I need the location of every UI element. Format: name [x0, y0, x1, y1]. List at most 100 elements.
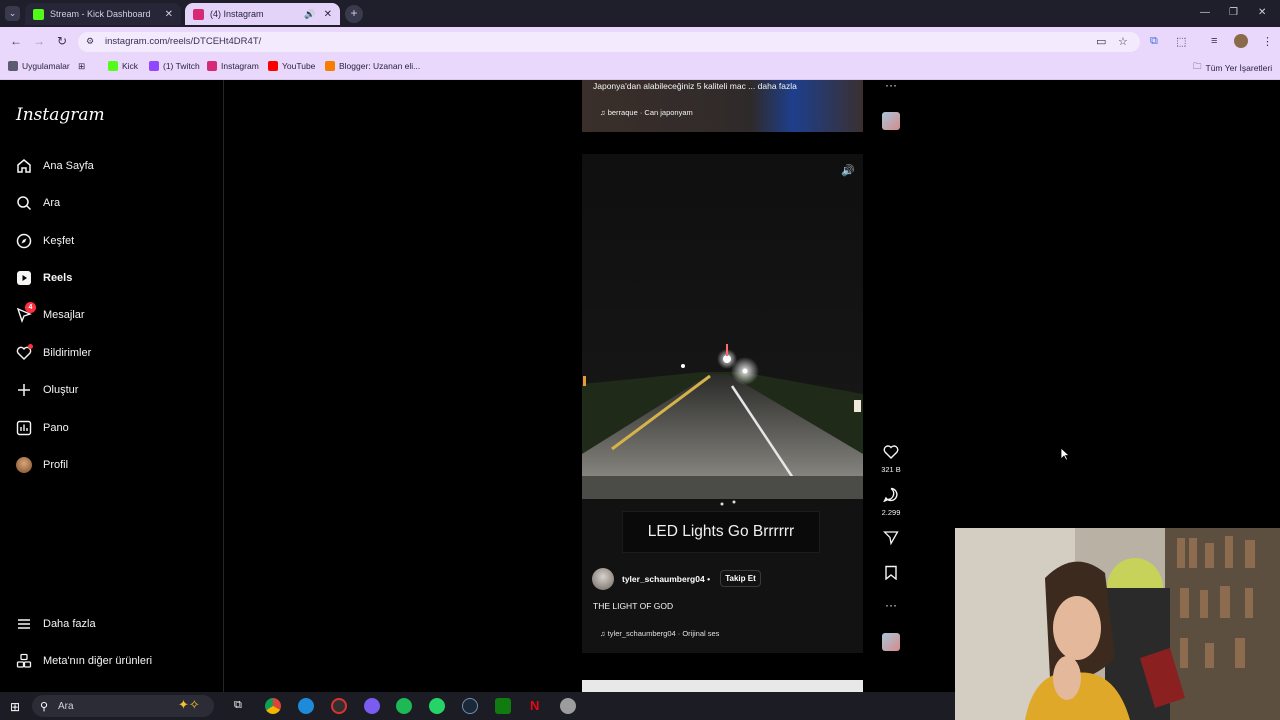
- username-text: tyler_schaumberg04: [622, 574, 705, 584]
- sparkle-icon: ✦✧: [178, 697, 200, 712]
- audio-thumbnail[interactable]: [882, 633, 900, 651]
- bookmark-label: YouTube: [282, 61, 316, 71]
- creator-avatar[interactable]: [592, 568, 614, 590]
- separator-dot: •: [707, 574, 711, 584]
- tab-search-button[interactable]: ⌄: [5, 6, 20, 21]
- bookmark-youtube[interactable]: YouTube: [268, 61, 315, 71]
- previous-reel-audio[interactable]: ♫ berraque · Can japonyam: [600, 108, 693, 117]
- nav-profile[interactable]: Profil: [16, 457, 68, 473]
- reload-icon[interactable]: ↻: [57, 34, 67, 48]
- taskbar-search-placeholder: Ara: [58, 701, 74, 712]
- whatsapp-icon[interactable]: [429, 698, 445, 714]
- creator-username[interactable]: tyler_schaumberg04 •: [622, 574, 710, 584]
- search-icon: [16, 195, 32, 211]
- all-bookmarks-label: Tüm Yer İşaretleri: [1205, 63, 1273, 73]
- nav-label: Bildirimler: [43, 347, 92, 359]
- steam-icon[interactable]: [462, 698, 478, 714]
- close-tab-icon[interactable]: ✕: [324, 9, 332, 20]
- music-note-icon: ♫: [600, 108, 608, 117]
- previous-reel-caption[interactable]: Japonya'dan alabileceğiniz 5 kaliteli ma…: [593, 81, 797, 91]
- bookmark-label: Kick: [122, 61, 139, 71]
- notification-dot: [28, 344, 33, 349]
- bookmark-label: Uygulamalar: [22, 61, 70, 71]
- bookmark-instagram[interactable]: Instagram: [207, 61, 259, 71]
- bookmark-label: Instagram: [221, 61, 259, 71]
- nav-messages[interactable]: 4 Mesajlar: [16, 302, 85, 323]
- app-icon[interactable]: [560, 698, 576, 714]
- task-view-icon[interactable]: ⧉: [234, 699, 242, 712]
- hamburger-icon: [16, 616, 32, 632]
- spotify-icon[interactable]: [396, 698, 412, 714]
- close-tab-icon[interactable]: ✕: [165, 9, 173, 20]
- more-options-icon[interactable]: ···: [880, 78, 902, 92]
- all-bookmarks[interactable]: 🗀 Tüm Yer İşaretleri: [1193, 61, 1272, 75]
- translate-icon[interactable]: ⧉: [1150, 35, 1158, 48]
- nav-home[interactable]: Ana Sayfa: [16, 158, 94, 174]
- share-button[interactable]: [880, 530, 902, 550]
- heart-icon: [16, 344, 33, 361]
- instagram-logo[interactable]: Instagram: [16, 105, 105, 125]
- blogger-icon: [325, 61, 335, 71]
- bookmark-star-icon[interactable]: ☆: [1118, 35, 1128, 48]
- nav-explore[interactable]: Keşfet: [16, 233, 74, 249]
- more-options-icon[interactable]: ···: [880, 598, 902, 612]
- restore-icon[interactable]: ❐: [1229, 7, 1238, 18]
- audio-label: berraque · Can japonyam: [607, 108, 693, 117]
- volume-icon[interactable]: 🔊: [841, 164, 855, 177]
- instagram-icon: [207, 61, 217, 71]
- nav-meta-products[interactable]: Meta'nın diğer ürünleri: [16, 653, 152, 669]
- bookmark-blogger[interactable]: Blogger: Uzanan eli...: [325, 61, 420, 71]
- xbox-icon[interactable]: [495, 698, 511, 714]
- site-info-icon[interactable]: ⚙: [86, 36, 94, 47]
- chrome-icon[interactable]: [265, 698, 281, 714]
- nav-dashboard[interactable]: Pano: [16, 420, 69, 436]
- apps-icon: [8, 61, 18, 71]
- follow-button[interactable]: Takip Et: [720, 570, 761, 587]
- message-count-badge: 4: [25, 302, 36, 313]
- forward-icon[interactable]: →: [33, 34, 45, 48]
- nav-label: Oluştur: [43, 384, 79, 396]
- audio-label: tyler_schaumberg04 · Orijinal ses: [607, 629, 720, 638]
- nav-create[interactable]: Oluştur: [16, 382, 78, 398]
- comment-button[interactable]: 2.299: [880, 487, 902, 517]
- discord-icon[interactable]: [364, 698, 380, 714]
- tab-label: Stream - Kick Dashboard: [50, 9, 151, 19]
- obs-icon[interactable]: [331, 698, 347, 714]
- profile-avatar[interactable]: [1234, 34, 1248, 48]
- close-window-icon[interactable]: ✕: [1258, 7, 1266, 18]
- audio-thumbnail[interactable]: [882, 112, 900, 130]
- minimize-icon[interactable]: —: [1200, 7, 1210, 18]
- nav-label: Daha fazla: [43, 618, 96, 630]
- media-control-icon[interactable]: ≡: [1211, 35, 1217, 47]
- extensions-icon[interactable]: ⬚: [1176, 35, 1186, 48]
- bookmark-label: (1) Twitch: [163, 61, 200, 71]
- music-note-icon: ♫: [600, 629, 608, 638]
- nav-more[interactable]: Daha fazla: [16, 616, 96, 632]
- nav-notifications[interactable]: Bildirimler: [16, 344, 92, 361]
- browser-tab-instagram[interactable]: (4) Instagram 🔊 ✕: [185, 3, 340, 25]
- edge-icon[interactable]: [298, 698, 314, 714]
- new-tab-button[interactable]: +: [345, 5, 363, 23]
- bookmark-apps[interactable]: Uygulamalar: [8, 61, 70, 71]
- nav-reels[interactable]: Reels: [16, 270, 72, 286]
- tab-label: (4) Instagram: [210, 9, 264, 19]
- reel-text-overlay: LED Lights Go Brrrrrr: [622, 511, 820, 553]
- speaker-icon[interactable]: 🔊: [304, 9, 315, 20]
- dashboard-icon: [16, 420, 32, 436]
- netflix-icon[interactable]: N: [530, 698, 539, 713]
- apps-grid-icon[interactable]: ⊞: [78, 61, 85, 72]
- back-icon[interactable]: ←: [10, 34, 22, 48]
- reel-audio[interactable]: ♫ tyler_schaumberg04 · Orijinal ses: [600, 629, 719, 638]
- save-button[interactable]: [880, 565, 902, 585]
- reel-description[interactable]: THE LIGHT OF GOD: [593, 601, 673, 611]
- like-button[interactable]: 321 B: [880, 444, 902, 474]
- bookmark-kick[interactable]: Kick: [108, 61, 138, 71]
- url-text[interactable]: instagram.com/reels/DTCEHt4DR4T/: [105, 36, 261, 47]
- browser-tab-kick[interactable]: Stream - Kick Dashboard ✕: [25, 3, 181, 25]
- cast-icon[interactable]: ▭: [1096, 35, 1106, 48]
- webcam-overlay: [955, 528, 1280, 720]
- windows-start-icon[interactable]: ⊞: [10, 700, 20, 714]
- bookmark-twitch[interactable]: (1) Twitch: [149, 61, 200, 71]
- menu-icon[interactable]: ⋮: [1262, 35, 1273, 48]
- nav-search[interactable]: Ara: [16, 195, 60, 211]
